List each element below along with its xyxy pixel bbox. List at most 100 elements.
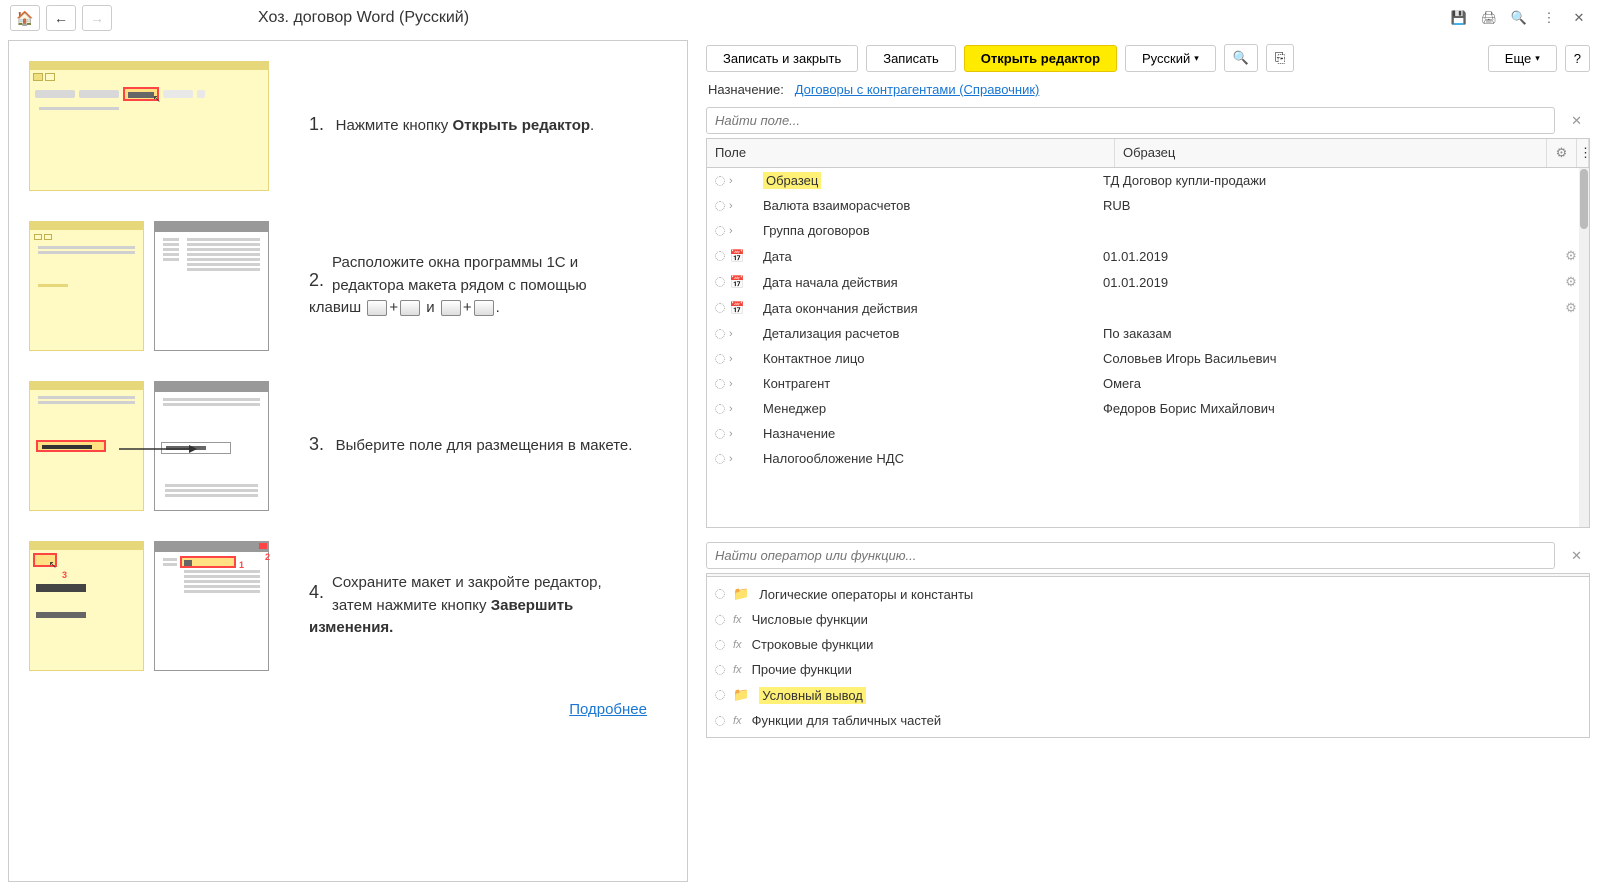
table-row[interactable]: ›ОбразецТД Договор купли-продажи — [707, 168, 1589, 193]
table-row[interactable]: › Детализация расчетовПо заказам — [707, 321, 1589, 346]
folder-icon: 📁 — [733, 687, 749, 703]
expand-dot-icon[interactable] — [715, 454, 725, 464]
expand-dot-icon[interactable] — [715, 176, 725, 186]
help-button[interactable]: ? — [1565, 45, 1590, 72]
table-row[interactable]: 📅Дата окончания действия⚙ — [707, 295, 1589, 321]
column-field[interactable]: Поле — [707, 139, 1115, 167]
expand-dot-icon[interactable] — [715, 303, 725, 313]
expand-dot-icon[interactable] — [715, 379, 725, 389]
expand-dot-icon[interactable] — [715, 329, 725, 339]
chevron-right-icon: › — [729, 328, 733, 340]
chevron-right-icon: › — [729, 428, 733, 440]
functions-list: 📁Логические операторы и константыfxЧисло… — [706, 577, 1590, 738]
step-4-text: Сохраните макет и закройте редактор, зат… — [309, 574, 602, 636]
field-name: Валюта взаиморасчетов — [759, 198, 1103, 213]
expand-dot-icon[interactable] — [715, 640, 725, 650]
scrollbar[interactable] — [1579, 168, 1589, 527]
fx-icon: fx — [733, 715, 742, 727]
table-row[interactable]: ›КонтрагентОмега — [707, 371, 1589, 396]
field-name: Контрагент — [759, 376, 1103, 391]
more-button[interactable]: Еще▾ — [1488, 45, 1557, 72]
search-icon-button[interactable]: 🔍 — [1224, 44, 1258, 72]
chevron-right-icon: › — [729, 225, 733, 237]
expand-dot-icon[interactable] — [715, 589, 725, 599]
preview-icon[interactable]: 🔍 — [1508, 7, 1530, 29]
table-row[interactable]: ›Контактное лицоСоловьев Игорь Васильеви… — [707, 346, 1589, 371]
kebab-icon[interactable]: ⋮ — [1538, 7, 1560, 29]
field-sample: По заказам — [1103, 326, 1557, 341]
expand-dot-icon[interactable] — [715, 354, 725, 364]
function-name: Функции для табличных частей — [752, 713, 942, 728]
editor-pane: Записать и закрыть Записать Открыть реда… — [696, 36, 1600, 886]
field-sample: 01.01.2019 — [1103, 249, 1557, 264]
table-row[interactable]: ›Назначение — [707, 421, 1589, 446]
chevron-right-icon: › — [729, 353, 733, 365]
back-button[interactable]: ← — [46, 5, 76, 31]
expand-dot-icon[interactable] — [715, 665, 725, 675]
function-name: Логические операторы и константы — [759, 587, 973, 602]
function-row[interactable]: fx Функции для табличных частей — [707, 708, 1589, 733]
field-name: Дата — [759, 249, 1103, 264]
page-title: Хоз. договор Word (Русский) — [258, 9, 469, 27]
expand-dot-icon[interactable] — [715, 615, 725, 625]
expand-dot-icon[interactable] — [715, 404, 725, 414]
fx-icon: fx — [733, 639, 742, 651]
clear-search-icon[interactable]: ✕ — [1563, 113, 1590, 129]
column-settings-icon[interactable]: ⚙ — [1547, 139, 1577, 167]
search-func-input[interactable] — [706, 542, 1555, 569]
fields-table-body: ›ОбразецТД Договор купли-продажи›Валюта … — [706, 168, 1590, 528]
copy-icon-button[interactable]: ⎘ — [1266, 44, 1294, 72]
arrow-icon — [119, 439, 199, 459]
folder-icon: 📁 — [733, 586, 749, 602]
expand-dot-icon[interactable] — [715, 201, 725, 211]
expand-dot-icon[interactable] — [715, 690, 725, 700]
home-button[interactable]: 🏠 — [10, 5, 40, 31]
save-close-button[interactable]: Записать и закрыть — [706, 45, 858, 72]
table-row[interactable]: ›Валюта взаиморасчетовRUB — [707, 193, 1589, 218]
field-sample: Омега — [1103, 376, 1557, 391]
expand-dot-icon[interactable] — [715, 277, 725, 287]
step-number: 2. — [309, 270, 324, 291]
save-icon[interactable]: 💾 — [1448, 7, 1470, 29]
expand-dot-icon[interactable] — [715, 226, 725, 236]
search-field-input[interactable] — [706, 107, 1555, 134]
table-row[interactable]: ›Группа договоров — [707, 218, 1589, 243]
function-name: Числовые функции — [752, 612, 868, 627]
field-name: Детализация расчетов — [759, 326, 1103, 341]
expand-dot-icon[interactable] — [715, 429, 725, 439]
function-row[interactable]: 📁Условный вывод — [707, 682, 1589, 708]
chevron-down-icon: ▾ — [1194, 53, 1199, 64]
forward-button[interactable]: → — [82, 5, 112, 31]
close-icon[interactable]: ✕ — [1568, 7, 1590, 29]
expand-dot-icon[interactable] — [715, 716, 725, 726]
language-button[interactable]: Русский▾ — [1125, 45, 1216, 72]
step-1-text: Нажмите кнопку Открыть редактор. — [336, 117, 595, 134]
save-button[interactable]: Записать — [866, 45, 956, 72]
table-row[interactable]: 📅Дата начала действия01.01.2019⚙ — [707, 269, 1589, 295]
field-name: Дата окончания действия — [759, 301, 1103, 316]
expand-dot-icon[interactable] — [715, 251, 725, 261]
step-2-illustration — [29, 221, 279, 351]
table-row[interactable]: 📅Дата01.01.2019⚙ — [707, 243, 1589, 269]
chevron-right-icon: › — [729, 175, 733, 187]
step-4-illustration: ↖3 2 1 — [29, 541, 279, 671]
column-sample[interactable]: Образец — [1115, 139, 1547, 167]
function-row[interactable]: 📁 Логические операторы и константы — [707, 581, 1589, 607]
open-editor-button[interactable]: Открыть редактор — [964, 45, 1117, 72]
column-menu-icon[interactable]: ⋮ — [1577, 139, 1589, 167]
purpose-row: Назначение: Договоры с контрагентами (Сп… — [706, 76, 1590, 103]
function-row[interactable]: fxПрочие функции — [707, 657, 1589, 682]
chevron-right-icon: › — [729, 453, 733, 465]
table-row[interactable]: ›МенеджерФедоров Борис Михайлович — [707, 396, 1589, 421]
field-sample: ТД Договор купли-продажи — [1103, 173, 1557, 188]
function-row[interactable]: fxЧисловые функции — [707, 607, 1589, 632]
purpose-link[interactable]: Договоры с контрагентами (Справочник) — [795, 82, 1040, 97]
table-row[interactable]: › Налогообложение НДС — [707, 446, 1589, 471]
more-link[interactable]: Подробнее — [569, 701, 647, 718]
print-icon[interactable]: 🖨 — [1478, 7, 1500, 29]
clear-func-search-icon[interactable]: ✕ — [1563, 548, 1590, 564]
function-row[interactable]: fxСтроковые функции — [707, 632, 1589, 657]
field-name: Налогообложение НДС — [759, 451, 1103, 466]
field-name: Менеджер — [759, 401, 1103, 416]
field-sample: 01.01.2019 — [1103, 275, 1557, 290]
